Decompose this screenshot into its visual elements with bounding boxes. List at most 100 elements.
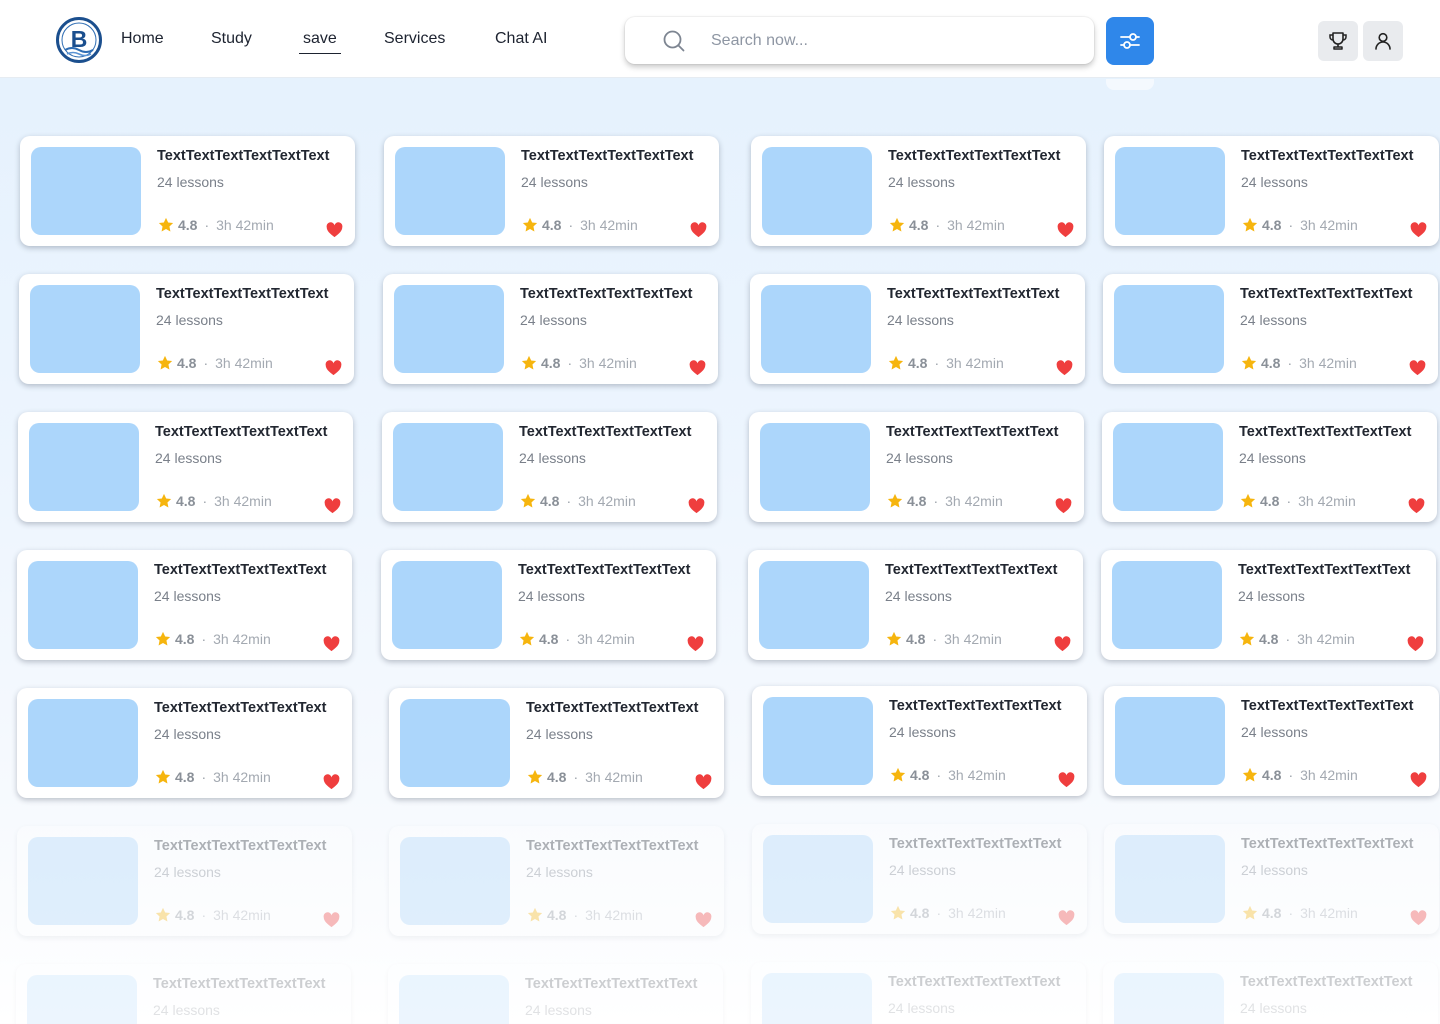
course-card[interactable]: TextTextTextTextTextText24 lessons4.8·3h…	[381, 550, 716, 660]
course-card[interactable]: TextTextTextTextTextText24 lessons4.8·3h…	[382, 412, 717, 522]
course-card[interactable]: TextTextTextTextTextText24 lessons4.8·3h…	[17, 826, 352, 936]
course-card[interactable]: TextTextTextTextTextText24 lessons4.8·3h…	[1103, 274, 1438, 384]
heart-icon[interactable]	[695, 774, 712, 790]
course-lessons: 24 lessons	[886, 450, 953, 466]
course-duration: 3h 42min	[944, 631, 1002, 647]
nav-link-chat-ai[interactable]: Chat AI	[495, 30, 547, 48]
course-thumbnail	[400, 837, 510, 925]
course-card[interactable]: TextTextTextTextTextText24 lessons4.8·3h…	[20, 136, 355, 246]
course-card[interactable]: TextTextTextTextTextText24 lessons4.8·3h…	[389, 688, 724, 798]
heart-icon[interactable]	[1407, 636, 1424, 652]
course-lessons: 24 lessons	[156, 312, 223, 328]
heart-icon[interactable]	[323, 774, 340, 790]
course-card[interactable]: TextTextTextTextTextText24 lessons4.8·3h…	[751, 136, 1086, 246]
trophy-button[interactable]	[1318, 21, 1358, 61]
course-card[interactable]: TextTextTextTextTextText24 lessons4.8·3h…	[1104, 686, 1439, 796]
course-card[interactable]: TextTextTextTextTextText24 lessons4.8·3h…	[1103, 962, 1438, 1024]
course-thumbnail	[30, 285, 140, 373]
course-thumbnail	[761, 285, 871, 373]
course-thumbnail	[399, 975, 509, 1024]
course-duration: 3h 42min	[948, 905, 1006, 921]
meta-separator: ·	[567, 355, 573, 371]
profile-button[interactable]	[1363, 21, 1403, 61]
heart-icon[interactable]	[1410, 772, 1427, 788]
course-title: TextTextTextTextTextText	[1241, 698, 1414, 714]
course-card[interactable]: TextTextTextTextTextText24 lessons4.8·3h…	[17, 688, 352, 798]
course-meta: 4.8 · 3h 42min	[521, 216, 638, 234]
course-card[interactable]: TextTextTextTextTextText24 lessons4.8·3h…	[383, 274, 718, 384]
course-lessons: 24 lessons	[888, 1000, 955, 1016]
course-rating: 4.8	[910, 905, 930, 921]
course-card[interactable]: TextTextTextTextTextText24 lessons4.8·3h…	[18, 412, 353, 522]
course-card[interactable]: TextTextTextTextTextText24 lessons4.8·3h…	[384, 136, 719, 246]
heart-icon[interactable]	[695, 912, 712, 928]
course-title: TextTextTextTextTextText	[1238, 562, 1411, 578]
course-lessons: 24 lessons	[885, 588, 952, 604]
heart-icon[interactable]	[1057, 222, 1074, 238]
course-rating: 4.8	[540, 493, 560, 509]
course-rating: 4.8	[907, 493, 927, 509]
meta-separator: ·	[202, 493, 208, 509]
heart-icon[interactable]	[688, 498, 705, 514]
course-thumbnail	[400, 699, 510, 787]
course-card[interactable]: TextTextTextTextTextText24 lessons4.8·3h…	[388, 964, 723, 1024]
course-card[interactable]: TextTextTextTextTextText24 lessons4.8·3h…	[752, 824, 1087, 934]
heart-icon[interactable]	[1054, 636, 1071, 652]
heart-icon[interactable]	[1058, 910, 1075, 926]
brand-logo[interactable]: B	[56, 17, 102, 63]
heart-icon[interactable]	[689, 360, 706, 376]
course-duration: 3h 42min	[1299, 355, 1357, 371]
course-card[interactable]: TextTextTextTextTextText24 lessons4.8·3h…	[748, 550, 1083, 660]
star-icon	[520, 493, 536, 508]
heart-icon[interactable]	[325, 360, 342, 376]
heart-icon[interactable]	[1058, 772, 1075, 788]
course-card[interactable]: TextTextTextTextTextText24 lessons4.8·3h…	[1101, 550, 1436, 660]
heart-icon[interactable]	[1055, 498, 1072, 514]
course-title: TextTextTextTextTextText	[154, 562, 327, 578]
search-input[interactable]	[711, 17, 1071, 64]
filter-button[interactable]	[1106, 17, 1154, 65]
course-card[interactable]: TextTextTextTextTextText24 lessons4.8·3h…	[1104, 136, 1439, 246]
course-meta: 4.8 · 3h 42min	[1241, 904, 1358, 922]
trophy-icon	[1329, 32, 1347, 50]
nav-link-services[interactable]: Services	[384, 30, 445, 48]
heart-icon[interactable]	[323, 636, 340, 652]
heart-icon[interactable]	[687, 636, 704, 652]
course-card[interactable]: TextTextTextTextTextText24 lessons4.8·3h…	[752, 686, 1087, 796]
course-rating: 4.8	[175, 631, 195, 647]
course-rating: 4.8	[539, 631, 559, 647]
heart-icon[interactable]	[1410, 222, 1427, 238]
course-lessons: 24 lessons	[519, 450, 586, 466]
course-card[interactable]: TextTextTextTextTextText24 lessons4.8·3h…	[17, 550, 352, 660]
course-card[interactable]: TextTextTextTextTextText24 lessons4.8·3h…	[1102, 412, 1437, 522]
course-card[interactable]: TextTextTextTextTextText24 lessons4.8·3h…	[19, 274, 354, 384]
course-card[interactable]: TextTextTextTextTextText24 lessons4.8·3h…	[750, 274, 1085, 384]
nav-link-save[interactable]: save	[299, 30, 341, 54]
course-thumbnail	[27, 975, 137, 1024]
heart-icon[interactable]	[324, 498, 341, 514]
nav-link-study[interactable]: Study	[211, 30, 252, 48]
nav-link-home[interactable]: Home	[121, 30, 164, 48]
course-title: TextTextTextTextTextText	[519, 424, 692, 440]
course-card[interactable]: TextTextTextTextTextText24 lessons4.8·3h…	[389, 826, 724, 936]
heart-icon[interactable]	[326, 222, 343, 238]
course-lessons: 24 lessons	[888, 174, 955, 190]
course-title: TextTextTextTextTextText	[1239, 424, 1412, 440]
course-duration: 3h 42min	[580, 217, 638, 233]
course-card[interactable]: TextTextTextTextTextText24 lessons4.8·3h…	[16, 964, 351, 1024]
course-meta: 4.8 · 3h 42min	[1240, 354, 1357, 372]
heart-icon[interactable]	[1409, 360, 1426, 376]
heart-icon[interactable]	[323, 912, 340, 928]
course-card[interactable]: TextTextTextTextTextText24 lessons4.8·3h…	[749, 412, 1084, 522]
course-meta: 4.8 · 3h 42min	[154, 768, 271, 786]
course-card[interactable]: TextTextTextTextTextText24 lessons4.8·3h…	[751, 962, 1086, 1024]
heart-icon[interactable]	[690, 222, 707, 238]
course-thumbnail	[1114, 973, 1224, 1024]
course-thumbnail	[1112, 561, 1222, 649]
heart-icon[interactable]	[1410, 910, 1427, 926]
heart-icon[interactable]	[1056, 360, 1073, 376]
course-thumbnail	[393, 423, 503, 511]
heart-icon[interactable]	[1408, 498, 1425, 514]
search-icon[interactable]	[663, 30, 685, 52]
course-card[interactable]: TextTextTextTextTextText24 lessons4.8·3h…	[1104, 824, 1439, 934]
